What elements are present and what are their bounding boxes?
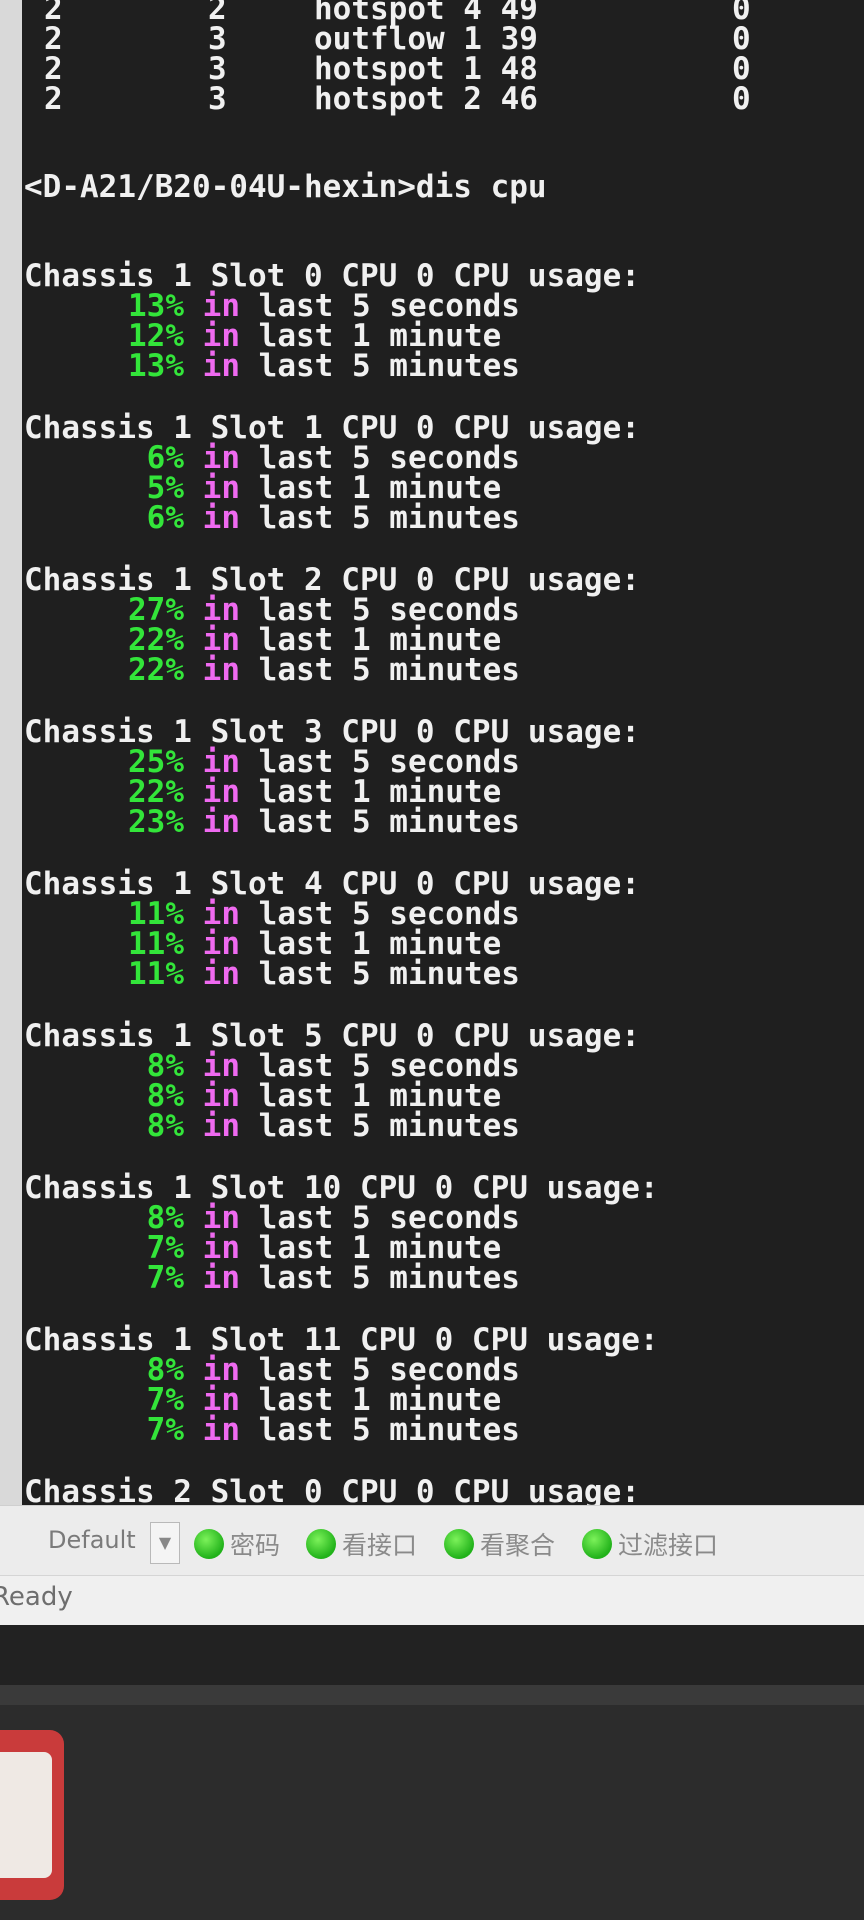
cell: 0 (732, 51, 751, 87)
cell: 2 (44, 81, 63, 117)
cpu-percent: 11% (128, 956, 184, 993)
cpu-percent: 7% (146, 1260, 184, 1297)
cpu-interval: in last 5 minutes (202, 956, 520, 993)
cell: hotspot 1 48 (314, 51, 538, 87)
cpu-output: <D-A21/B20-04U-hexin>dis cpu Chassis 1 S… (24, 114, 856, 1505)
quick-command-bar: Default ▼ 密码 看接口 看聚合 过滤接口 (0, 1505, 864, 1576)
quick-button-filter-interface[interactable]: 过滤接口 (582, 1528, 718, 1560)
cpu-percent: 6% (146, 500, 184, 537)
in-keyword: in (202, 1108, 240, 1145)
cpu-usage-row: 22% in last 5 minutes (24, 652, 856, 689)
previous-output-table: 2 2 hotspot 4 49 0 2 3 outflow 1 39 0 2 … (22, 0, 864, 117)
session-dropdown[interactable]: ▼ (150, 1522, 180, 1564)
quick-button-label: 过滤接口 (618, 1531, 719, 1560)
cpu-percent: 8% (146, 1108, 184, 1145)
in-keyword: in (202, 500, 240, 537)
cell: 3 (208, 81, 227, 117)
cpu-interval: in last 5 minutes (202, 500, 520, 537)
green-dot-icon (306, 1529, 336, 1559)
cell: 2 (44, 51, 63, 87)
quick-button-show-interface[interactable]: 看接口 (306, 1528, 417, 1560)
green-dot-icon (194, 1529, 224, 1559)
terminal-output[interactable]: 2 2 hotspot 4 49 0 2 3 outflow 1 39 0 2 … (22, 0, 864, 1505)
desk-surface (0, 1705, 864, 1920)
sticker-label (0, 1752, 52, 1878)
cpu-interval: in last 5 minutes (202, 652, 520, 689)
cpu-usage-row: 6% in last 5 minutes (24, 500, 856, 537)
session-label: Default (48, 1526, 136, 1554)
cpu-usage-header: Chassis 2 Slot 0 CPU 0 CPU usage: (24, 1474, 640, 1505)
cpu-usage-row: 8% in last 5 minutes (24, 1108, 856, 1145)
cpu-interval: in last 5 minutes (202, 804, 520, 841)
table-row: 2 3 outflow 1 39 0 (22, 21, 864, 57)
in-keyword: in (202, 1412, 240, 1449)
in-keyword: in (202, 348, 240, 385)
cell: 2 (44, 21, 63, 57)
cpu-interval: in last 5 minutes (202, 1108, 520, 1145)
status-text: Ready (0, 1582, 73, 1612)
in-keyword: in (202, 804, 240, 841)
window-left-edge (0, 0, 23, 1505)
in-keyword: in (202, 652, 240, 689)
cpu-usage-row: 11% in last 5 minutes (24, 956, 856, 993)
quick-button-show-aggregation[interactable]: 看聚合 (444, 1528, 555, 1560)
cell: 0 (732, 21, 751, 57)
cell: 0 (732, 81, 751, 117)
cpu-percent: 7% (146, 1412, 184, 1449)
command-prompt: <D-A21/B20-04U-hexin>dis cpu (24, 169, 547, 206)
quick-button-label: 密码 (230, 1531, 281, 1560)
cpu-percent: 13% (128, 348, 184, 385)
cpu-usage-row: 7% in last 5 minutes (24, 1260, 856, 1297)
cpu-usage-row: 7% in last 5 minutes (24, 1412, 856, 1449)
quick-button-password[interactable]: 密码 (194, 1528, 280, 1560)
terminal-window: 2 2 hotspot 4 49 0 2 3 outflow 1 39 0 2 … (0, 0, 864, 1625)
in-keyword: in (202, 956, 240, 993)
quick-button-label: 看聚合 (480, 1531, 556, 1560)
green-dot-icon (582, 1529, 612, 1559)
monitor-bezel-strip (0, 1685, 864, 1705)
status-bar: Ready (0, 1575, 864, 1626)
cpu-percent: 22% (128, 652, 184, 689)
table-row: 2 3 hotspot 2 46 0 (22, 81, 864, 117)
cpu-usage-row: 23% in last 5 minutes (24, 804, 856, 841)
green-dot-icon (444, 1529, 474, 1559)
table-row: 2 3 hotspot 1 48 0 (22, 51, 864, 87)
cell: 3 (208, 21, 227, 57)
cell: outflow 1 39 (314, 21, 538, 57)
cpu-interval: in last 5 minutes (202, 348, 520, 385)
cpu-interval: in last 5 minutes (202, 1412, 520, 1449)
cell: 3 (208, 51, 227, 87)
in-keyword: in (202, 1260, 240, 1297)
cell: hotspot 2 46 (314, 81, 538, 117)
quick-button-label: 看接口 (342, 1531, 418, 1560)
cpu-interval: in last 5 minutes (202, 1260, 520, 1297)
cpu-usage-row: 13% in last 5 minutes (24, 348, 856, 385)
monitor-bezel (0, 1625, 864, 1685)
cpu-percent: 23% (128, 804, 184, 841)
